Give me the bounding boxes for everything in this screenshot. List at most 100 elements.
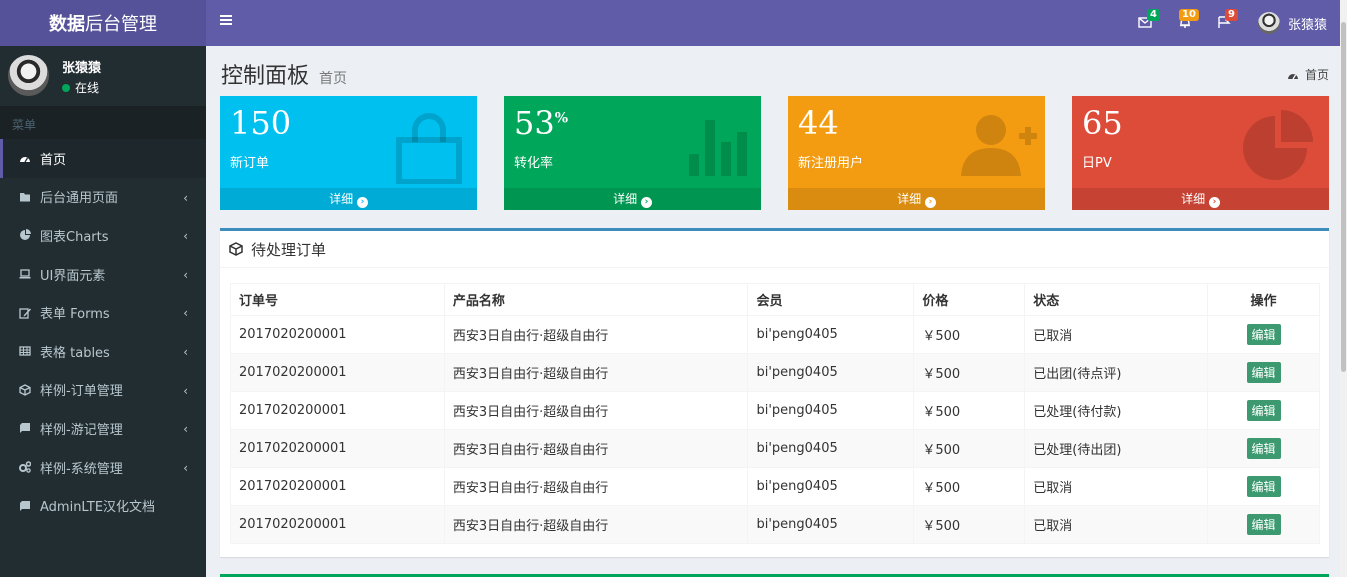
column-header: 产品名称 — [443, 283, 749, 316]
stat-box: 65 日PV 详细 › — [1072, 96, 1329, 210]
cogs-icon — [19, 461, 31, 473]
stat-more-link[interactable]: 详细 › — [788, 188, 1045, 210]
shopping-bag-icon — [396, 113, 462, 184]
chevron-left-icon: ‹ — [183, 383, 188, 398]
folder-icon — [20, 192, 30, 202]
table-cell: 已取消 — [1024, 467, 1209, 506]
column-header: 状态 — [1024, 283, 1209, 316]
table-cell: 西安3日自由行·超级自由行 — [443, 505, 749, 544]
edit-button[interactable]: 编辑 — [1246, 324, 1281, 345]
table-cell: 2017020200001 — [230, 467, 445, 506]
scrollbar-thumb[interactable] — [1341, 22, 1346, 372]
table-cell: 2017020200001 — [230, 315, 445, 354]
table-cell: 西安3日自由行·超级自由行 — [443, 353, 749, 392]
menu-header: 菜单 — [0, 106, 206, 139]
edit-button[interactable]: 编辑 — [1246, 362, 1281, 383]
stat-value: 53% — [514, 104, 569, 142]
stat-box: 150 新订单 详细 › — [220, 96, 477, 210]
column-header: 会员 — [747, 283, 915, 316]
stat-more-link[interactable]: 详细 › — [504, 188, 761, 210]
actions-cell: 编辑 — [1207, 391, 1320, 430]
stat-more-link[interactable]: 详细 › — [1072, 188, 1329, 210]
stat-value: 150 — [230, 104, 292, 142]
user-name: 张猿猿 — [1288, 17, 1328, 33]
table-icon — [19, 346, 31, 356]
page-subtitle: 首页 — [319, 71, 348, 87]
edit-button[interactable]: 编辑 — [1246, 400, 1281, 421]
table-row: 2017020200001 西安3日自由行·超级自由行 bi'peng0405 ￥50… — [230, 467, 1320, 506]
chevron-left-icon: ‹ — [183, 460, 188, 475]
pie-chart-icon — [20, 229, 31, 241]
edit-button[interactable]: 编辑 — [1246, 514, 1281, 535]
page-title-text: 控制面板 — [221, 64, 310, 89]
status-text: 在线 — [75, 81, 100, 95]
table-cell: bi'peng0405 — [747, 429, 915, 468]
scrollbar[interactable] — [1340, 0, 1347, 577]
sidebar: 张猿猿 在线 菜单 首页 后台通用页面 ‹ 图表Charts ‹ UI界面元素 ‹ 表单 Fo… — [0, 46, 206, 577]
sidebar-toggle-icon[interactable] — [220, 15, 232, 25]
edit-button[interactable]: 编辑 — [1246, 438, 1281, 459]
table-cell: 已取消 — [1024, 315, 1209, 354]
sidebar-item-8[interactable]: 样例-系统管理 ‹ — [0, 448, 206, 487]
notification-badge: 10 — [1179, 9, 1199, 21]
sidebar-item-label: UI界面元素 — [40, 268, 106, 284]
sidebar-item-0[interactable]: 首页 — [0, 139, 206, 178]
stat-box: 53% 转化率详细 › — [504, 96, 761, 210]
table-cell: ￥500 — [913, 353, 1026, 392]
mail-badge: 4 — [1147, 9, 1160, 21]
actions-cell: 编辑 — [1207, 505, 1320, 544]
sidebar-item-6[interactable]: 样例-订单管理 ‹ — [0, 371, 206, 410]
brand-rest: 后台管理 — [85, 14, 157, 35]
arrow-circle-right-icon: › — [1208, 197, 1220, 208]
sidebar-item-9[interactable]: AdminLTE汉化文档 — [0, 486, 206, 525]
bar-chart-icon — [689, 120, 747, 176]
user-menu[interactable]: 张猿猿 — [1258, 12, 1327, 34]
sidebar-item-label: 后台通用页面 — [40, 191, 119, 207]
chevron-left-icon: ‹ — [183, 306, 188, 321]
stat-label: 转化率 — [514, 156, 554, 171]
sidebar-item-1[interactable]: 后台通用页面 ‹ — [0, 178, 206, 217]
sidebar-item-label: 表格 tables — [40, 345, 110, 361]
table-row: 2017020200001 西安3日自由行·超级自由行 bi'peng0405 ￥50… — [230, 505, 1320, 544]
arrow-circle-right-icon: › — [640, 197, 652, 208]
orders-table: 订单号 产品名称 会员 价格 状态 操作 2017020200001 西安3日自由行·超级自… — [230, 283, 1320, 544]
cube-icon — [229, 242, 243, 256]
sidebar-item-7[interactable]: 样例-游记管理 ‹ — [0, 409, 206, 448]
table-cell: bi'peng0405 — [747, 315, 915, 354]
sidebar-item-label: 样例-系统管理 — [40, 461, 123, 477]
sidebar-item-label: 表单 Forms — [40, 307, 110, 323]
sidebar-item-label: 图表Charts — [40, 229, 109, 245]
sidebar-item-label: 首页 — [40, 152, 67, 168]
table-cell: ￥500 — [913, 467, 1026, 506]
top-navbar: 4 10 9 张猿猿 — [206, 0, 1340, 46]
sidebar-item-3[interactable]: UI界面元素 ‹ — [0, 255, 206, 294]
sidebar-item-2[interactable]: 图表Charts ‹ — [0, 216, 206, 255]
table-cell: 西安3日自由行·超级自由行 — [443, 315, 749, 354]
sidebar-item-5[interactable]: 表格 tables ‹ — [0, 332, 206, 371]
avatar — [8, 55, 49, 96]
user-panel: 张猿猿 在线 — [0, 46, 206, 106]
table-cell: ￥500 — [913, 315, 1026, 354]
table-cell: bi'peng0405 — [747, 505, 915, 544]
edit-button[interactable]: 编辑 — [1246, 476, 1281, 497]
orders-panel-title: 待处理订单 — [251, 240, 327, 259]
actions-cell: 编辑 — [1207, 429, 1320, 468]
sidebar-item-label: AdminLTE汉化文档 — [40, 500, 156, 516]
breadcrumb[interactable]: 首页 — [1287, 66, 1329, 83]
breadcrumb-home: 首页 — [1304, 68, 1329, 82]
sidebar-item-4[interactable]: 表单 Forms ‹ — [0, 293, 206, 332]
table-cell: 2017020200001 — [230, 429, 445, 468]
brand-logo[interactable]: 数据 后台管理 — [0, 0, 206, 46]
laptop-icon — [19, 269, 31, 279]
dashboard-icon — [1287, 73, 1298, 79]
chevron-left-icon: ‹ — [183, 267, 188, 282]
stat-label: 新注册用户 — [798, 156, 864, 171]
brand-bold: 数据 — [49, 14, 85, 35]
table-cell: 西安3日自由行·超级自由行 — [443, 391, 749, 430]
table-cell: bi'peng0405 — [747, 391, 915, 430]
arrow-circle-right-icon: › — [924, 197, 936, 208]
stat-more-link[interactable]: 详细 › — [220, 188, 477, 210]
table-cell: 已处理(待出团) — [1024, 429, 1209, 468]
online-status: 在线 — [62, 79, 99, 96]
table-row: 2017020200001 西安3日自由行·超级自由行 bi'peng0405 ￥50… — [230, 391, 1320, 430]
